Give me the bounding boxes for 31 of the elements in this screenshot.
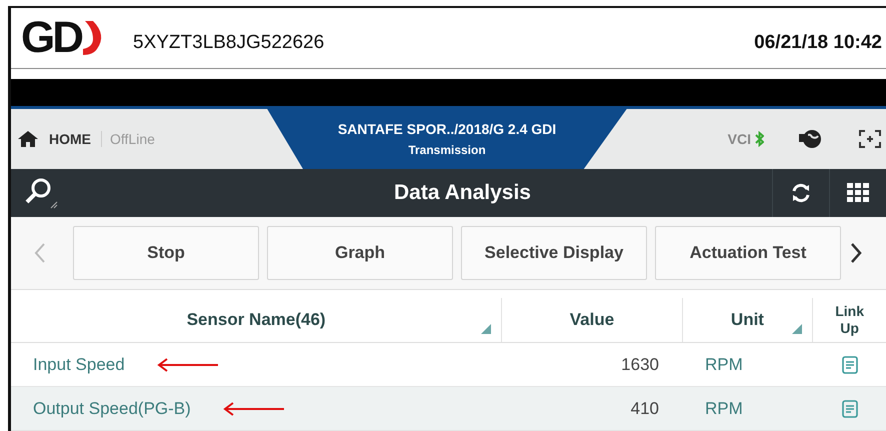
vehicle-name: SANTAFE SPOR../2018/G 2.4 GDI bbox=[338, 120, 556, 137]
column-header[interactable]: Link Up bbox=[813, 298, 886, 342]
action-button[interactable]: Selective Display bbox=[461, 226, 647, 280]
action-button[interactable]: Actuation Test bbox=[655, 226, 841, 280]
vci-label: VCI bbox=[728, 130, 751, 147]
document-icon[interactable] bbox=[842, 356, 858, 374]
sensor-name[interactable]: Output Speed(PG-B) bbox=[33, 398, 191, 418]
scan-frame-icon[interactable] bbox=[858, 128, 882, 149]
refresh-icon[interactable] bbox=[790, 182, 812, 204]
action-button[interactable]: Graph bbox=[267, 226, 453, 280]
grid-menu-icon[interactable] bbox=[847, 182, 869, 203]
globe-icon[interactable] bbox=[798, 128, 824, 150]
logo-text: GD bbox=[21, 16, 81, 60]
sensor-name[interactable]: Input Speed bbox=[33, 354, 125, 374]
sensor-unit: RPM bbox=[705, 354, 743, 374]
sensor-unit: RPM bbox=[705, 398, 743, 418]
column-header[interactable]: Sensor Name(46) bbox=[11, 298, 502, 342]
sensor-value: 410 bbox=[630, 398, 659, 418]
action-button[interactable]: Stop bbox=[73, 226, 259, 280]
screen-title: Data Analysis bbox=[393, 180, 532, 205]
home-link[interactable]: HOME bbox=[49, 130, 91, 147]
bluetooth-icon bbox=[755, 130, 764, 147]
document-icon[interactable] bbox=[842, 400, 858, 418]
system-name: Transmission bbox=[408, 142, 486, 157]
date-time: 06/21/18 10:42 bbox=[754, 32, 882, 54]
mode-text: OffLine bbox=[101, 130, 155, 147]
column-header[interactable]: Unit bbox=[682, 298, 814, 342]
sensor-value: 1630 bbox=[621, 354, 659, 374]
home-icon[interactable] bbox=[17, 130, 39, 148]
column-header[interactable]: Value bbox=[502, 298, 683, 342]
vin-text: 5XYZT3LB8JG522626 bbox=[133, 32, 324, 54]
